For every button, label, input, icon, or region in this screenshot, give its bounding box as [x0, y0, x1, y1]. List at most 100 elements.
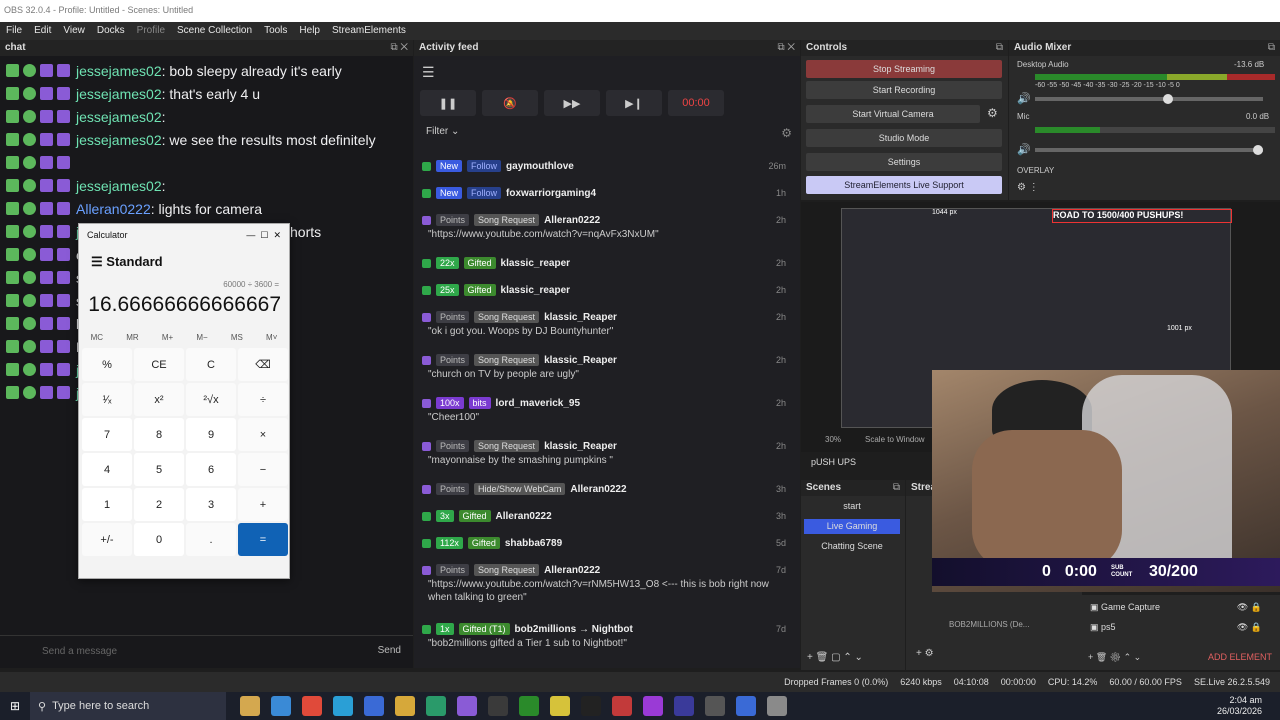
timer-button[interactable]: 00:00 — [668, 90, 724, 116]
taskbar-search[interactable]: ⚲ Type here to search — [30, 692, 226, 720]
scene-item[interactable]: start — [804, 499, 900, 514]
desktop-audio-fader[interactable] — [1035, 94, 1263, 104]
dock-close-icon[interactable]: ⧉ ✕ — [777, 42, 795, 54]
memory-button[interactable]: MR — [126, 333, 138, 342]
memory-button[interactable]: MS — [231, 333, 243, 342]
calc-key[interactable]: 2 — [134, 488, 184, 521]
app-icon[interactable] — [426, 696, 446, 716]
menu-tools[interactable]: Tools — [258, 22, 293, 40]
chat-username[interactable]: jessejames02 — [76, 86, 162, 102]
menu-icon[interactable]: ☰ — [91, 254, 106, 269]
feed-event[interactable]: 25x Gifted klassic_reaper 2h — [422, 282, 786, 298]
menu-profile[interactable]: Profile — [131, 22, 171, 40]
feed-event[interactable]: Points Song Request klassic_Reaper 2h "mayon… — [422, 438, 786, 467]
zoom-level[interactable]: 30% — [825, 435, 841, 444]
scene-item-active[interactable]: Live Gaming — [804, 519, 900, 534]
feed-event[interactable]: Points Song Request Alleran0222 7d "https://… — [422, 562, 786, 604]
calc-key[interactable]: x² — [134, 383, 184, 416]
app-icon[interactable] — [674, 696, 694, 716]
system-clock[interactable]: 2:04 am 26/03/2026 — [1217, 695, 1262, 717]
calc-key[interactable]: 5 — [134, 453, 184, 486]
source-item[interactable]: ▣ Game Capture — [1090, 602, 1160, 613]
speaker-icon[interactable]: 🔊 — [1017, 143, 1031, 156]
menu-help[interactable]: Help — [293, 22, 326, 40]
app-icon[interactable] — [643, 696, 663, 716]
feed-event[interactable]: 22x Gifted klassic_reaper 2h — [422, 255, 786, 271]
calc-key[interactable]: 4 — [82, 453, 132, 486]
calc-key[interactable]: 3 — [186, 488, 236, 521]
add-element-button[interactable]: ADD ELEMENT — [1208, 652, 1272, 662]
calc-key[interactable]: 1 — [82, 488, 132, 521]
calc-key[interactable]: 7 — [82, 418, 132, 451]
chat-input[interactable]: Send a message Send — [0, 635, 413, 668]
app-icon[interactable] — [519, 696, 539, 716]
mic-fader[interactable] — [1035, 145, 1263, 155]
calc-key[interactable]: + — [238, 488, 288, 521]
app-icon[interactable] — [767, 696, 787, 716]
memory-button[interactable]: M˅ — [266, 333, 277, 342]
app-icon[interactable] — [550, 696, 570, 716]
hamburger-icon[interactable]: ☰ — [422, 64, 435, 81]
calc-key[interactable]: ÷ — [238, 383, 288, 416]
feed-event[interactable]: Points Song Request klassic_Reaper 2h "churc… — [422, 352, 786, 381]
app-icon[interactable] — [612, 696, 632, 716]
feed-event[interactable]: 1x Gifted (T1) bob2millions → Nightbot 7d "b… — [422, 621, 786, 650]
menu-view[interactable]: View — [57, 22, 91, 40]
feed-event[interactable]: Points Song Request Alleran0222 2h "https://… — [422, 212, 786, 241]
memory-button[interactable]: MC — [91, 333, 103, 342]
visibility-icon[interactable]: 👁 🔒 — [1237, 622, 1262, 633]
chat-username[interactable]: jessejames02 — [76, 109, 162, 125]
app-icon[interactable] — [364, 696, 384, 716]
memory-button[interactable]: M− — [196, 333, 207, 342]
start-recording-button[interactable]: Start Recording — [806, 81, 1002, 99]
gear-icon[interactable]: ⚙ — [987, 106, 998, 120]
menu-docks[interactable]: Docks — [91, 22, 131, 40]
calc-key[interactable]: ⌫ — [238, 348, 288, 381]
calc-key[interactable]: CE — [134, 348, 184, 381]
feed-event[interactable]: 112x Gifted shabba6789 5d — [422, 535, 786, 551]
calc-key[interactable]: C — [186, 348, 236, 381]
app-icon[interactable] — [736, 696, 756, 716]
add-icon[interactable]: + ⚙ — [916, 648, 934, 659]
calc-key[interactable]: . — [186, 523, 236, 556]
mixer-options-icon[interactable]: ⚙ ⋮ — [1017, 182, 1039, 193]
calc-key[interactable]: 0 — [134, 523, 184, 556]
app-icon[interactable] — [457, 696, 477, 716]
calc-key[interactable]: × — [238, 418, 288, 451]
mute-button[interactable]: 🔕 — [482, 90, 538, 116]
feed-event[interactable]: New Follow foxwarriorgaming4 1h — [422, 185, 786, 201]
settings-button[interactable]: Settings — [806, 153, 1002, 171]
chat-username[interactable]: jessejames02 — [76, 63, 162, 79]
chat-username[interactable]: jessejames02 — [76, 178, 162, 194]
memory-button[interactable]: M+ — [162, 333, 173, 342]
visibility-icon[interactable]: 👁 🔒 — [1237, 602, 1262, 613]
source-item[interactable]: ▣ ps5 — [1090, 622, 1116, 633]
studio-mode-button[interactable]: Studio Mode — [806, 129, 1002, 147]
calc-key[interactable]: ¹⁄ₓ — [82, 383, 132, 416]
app-icon[interactable] — [333, 696, 353, 716]
feed-event[interactable]: 3x Gifted Alleran0222 3h — [422, 508, 786, 524]
start-virtual-camera-button[interactable]: Start Virtual Camera — [806, 105, 980, 123]
calc-key[interactable]: = — [238, 523, 288, 556]
windows-start-icon[interactable]: ⊞ — [0, 699, 30, 713]
scene-item[interactable]: Chatting Scene — [804, 539, 900, 554]
speaker-icon[interactable]: 🔊 — [1017, 92, 1031, 105]
dock-close-icon[interactable]: ⧉ ✕ — [390, 42, 408, 54]
scale-mode[interactable]: Scale to Window — [865, 435, 925, 444]
app-icon[interactable] — [240, 696, 260, 716]
window-controls-icon[interactable]: — ☐ ✕ — [246, 230, 281, 240]
feed-event[interactable]: 100x bits lord_maverick_95 2h "Cheer100" — [422, 395, 786, 424]
app-icon[interactable] — [705, 696, 725, 716]
menu-file[interactable]: File — [0, 22, 28, 40]
scene-toolbar-icons[interactable]: + 🗑 ▢ ⌃ ⌄ — [807, 652, 863, 663]
filter-dropdown[interactable]: Filter ⌄ — [426, 126, 459, 137]
stop-streaming-button[interactable]: Stop Streaming — [806, 60, 1002, 78]
menu-edit[interactable]: Edit — [28, 22, 57, 40]
settings-icon[interactable]: ⚙ — [781, 126, 792, 140]
menu-streamelements[interactable]: StreamElements — [326, 22, 412, 40]
calc-key[interactable]: − — [238, 453, 288, 486]
calc-key[interactable]: 8 — [134, 418, 184, 451]
app-icon[interactable] — [395, 696, 415, 716]
app-icon[interactable] — [488, 696, 508, 716]
menu-scene-collection[interactable]: Scene Collection — [171, 22, 258, 40]
